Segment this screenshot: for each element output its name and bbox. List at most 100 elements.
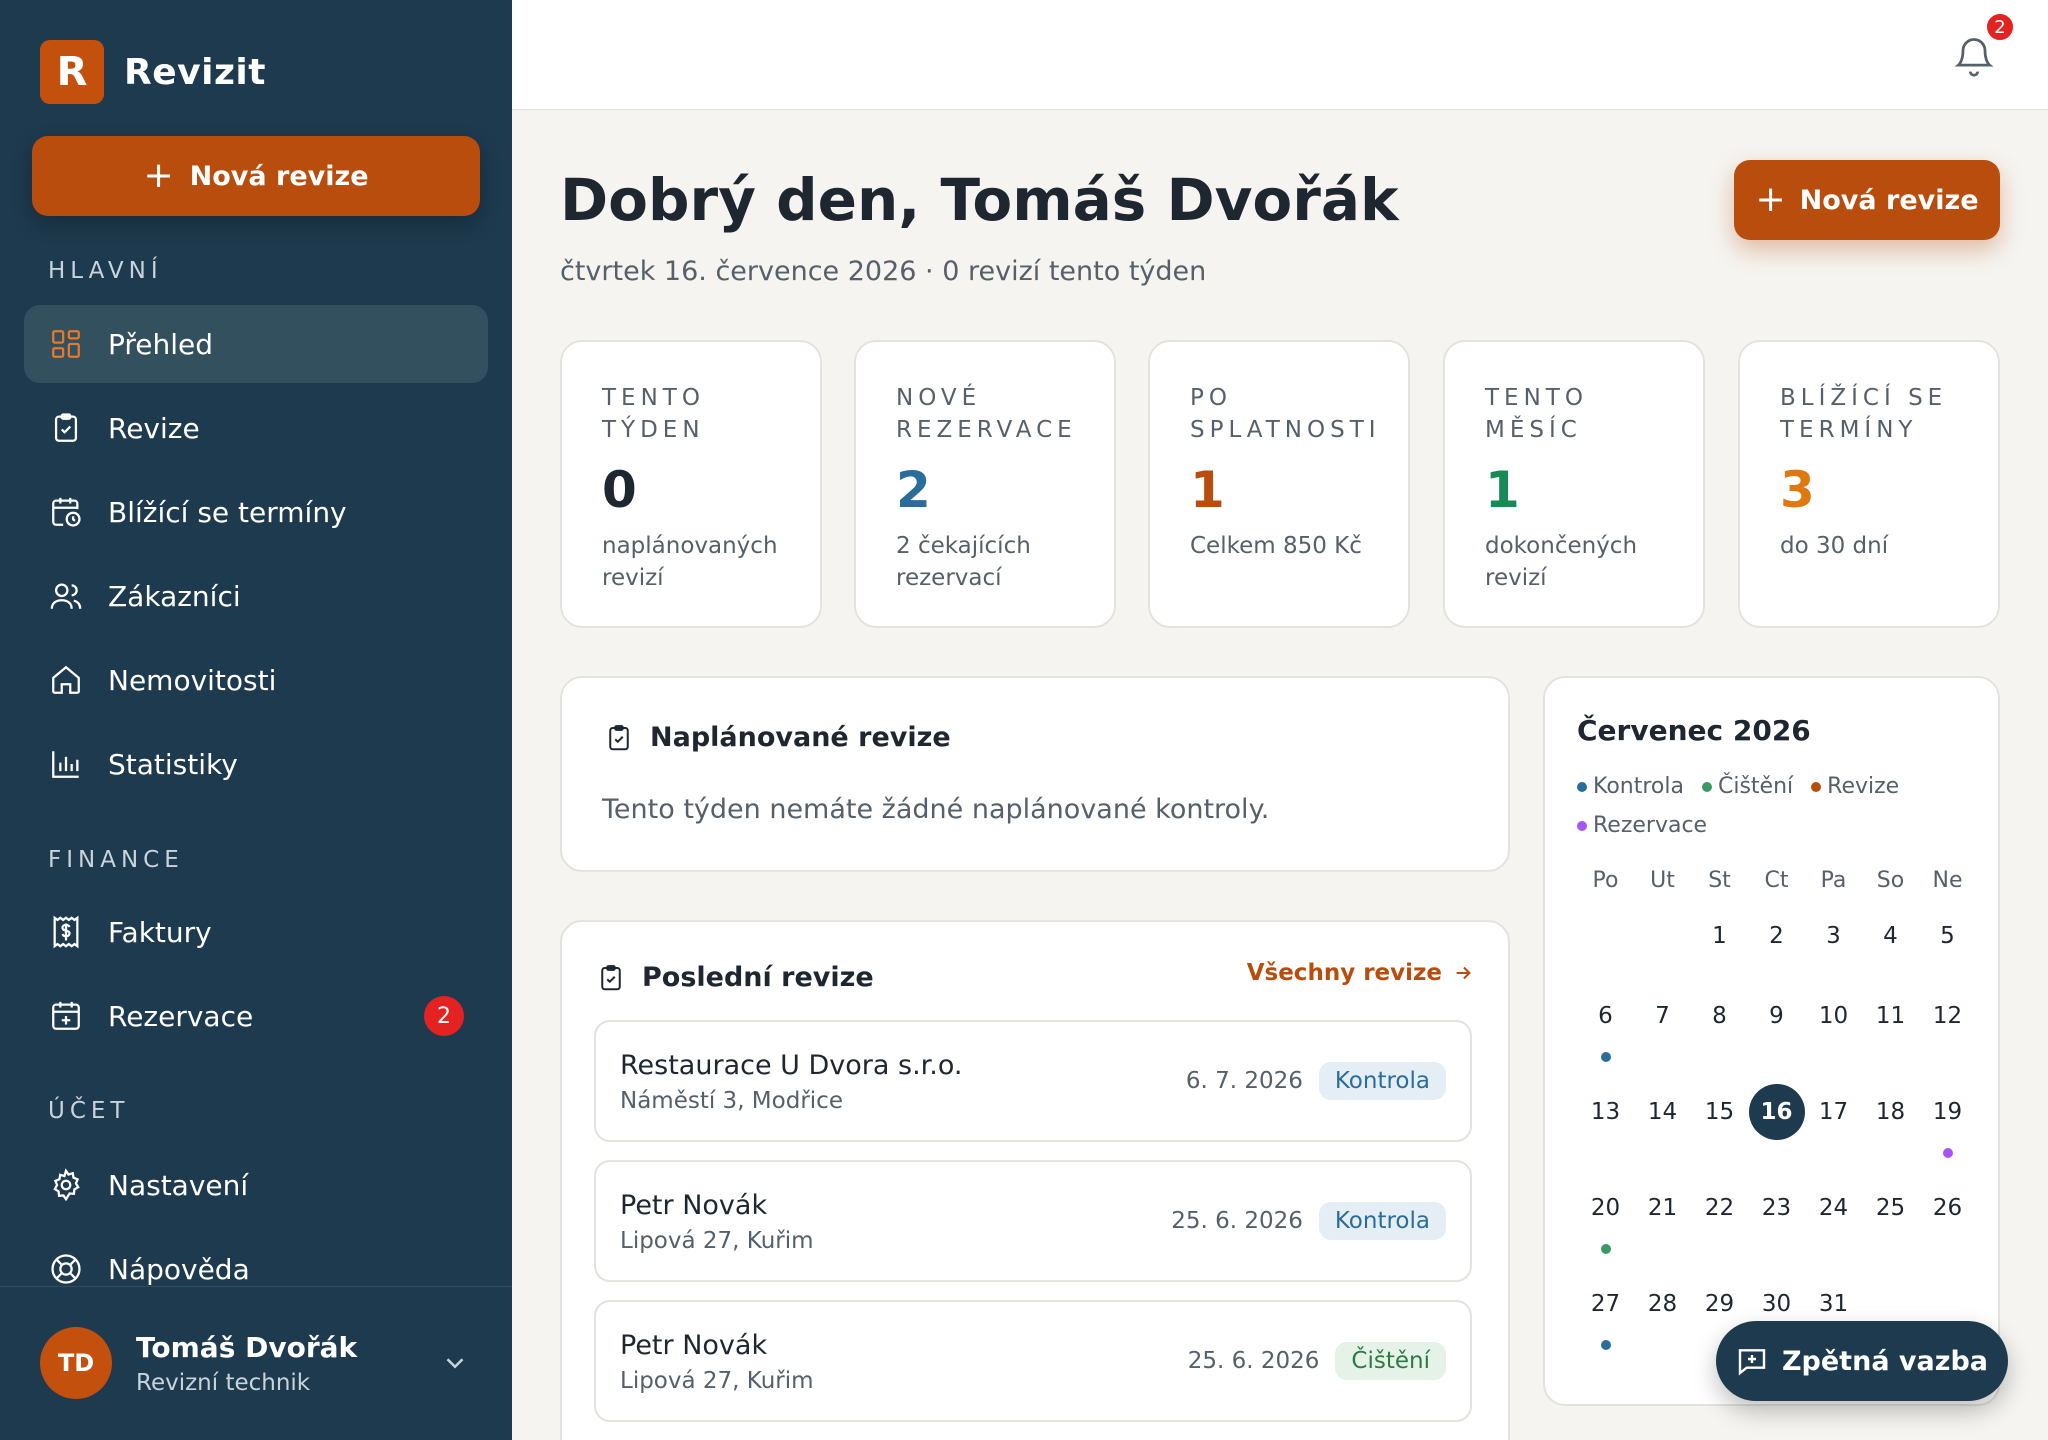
calendar-day-number: 26 [1932,1195,1963,1221]
weekday-header: Po Ut St Ct Pa So Ne [1577,868,1977,893]
calendar-event-dot [1942,1148,1953,1158]
calendar-day-number: 7 [1655,1003,1670,1029]
calendar-day[interactable]: 2 [1748,908,1805,964]
calendar-day[interactable]: 1 [1691,908,1748,964]
revision-list-item[interactable]: Petr Novák Lipová 27, Kuřim 25. 6. 2026 … [594,1160,1472,1282]
calendar-day[interactable]: 15 [1691,1084,1748,1140]
calendar-day[interactable]: 23 [1748,1180,1805,1236]
gear-icon [48,1167,84,1203]
calendar-event-dot [1600,1340,1611,1350]
section-label-main: HLAVNÍ [48,258,163,284]
sidebar-item-reservations[interactable]: Rezervace 2 [24,977,488,1055]
calendar-day[interactable]: 13 [1577,1084,1634,1140]
bell-icon[interactable] [1952,32,1996,80]
stat-card-overdue[interactable]: PO SPLATNOSTI 1 Celkem 850 Kč [1148,340,1410,628]
calendar-day-number: 6 [1598,1003,1613,1029]
revision-address: Lipová 27, Kuřim [620,1368,814,1394]
calendar-day[interactable]: 9 [1748,988,1805,1044]
calendar-day-number: 5 [1940,923,1955,949]
calendar-month-title: Červenec 2026 [1577,714,1811,747]
revision-list-item[interactable]: Petr Novák Lipová 27, Kuřim 25. 6. 2026 … [594,1300,1472,1422]
calendar-day[interactable]: 20 [1577,1180,1634,1254]
calendar-day[interactable]: 16 [1748,1084,1805,1140]
calendar-day[interactable]: 17 [1805,1084,1862,1140]
revision-list-item[interactable]: Restaurace U Dvora s.r.o. Náměstí 3, Mod… [594,1020,1472,1142]
legend-dot [1577,820,1587,831]
new-revision-button[interactable]: + Nová revize [1734,160,2000,240]
calendar-day-number: 28 [1647,1291,1678,1317]
legend-label: Revize [1827,774,1900,799]
calendar-day-number: 8 [1712,1003,1727,1029]
feedback-button[interactable]: Zpětná vazba [1716,1321,2008,1401]
sidebar-item-settings[interactable]: Nastavení [24,1146,488,1224]
calendar-day-number: 18 [1875,1099,1906,1125]
legend-item: Revize [1811,774,1899,799]
chevron-down-icon[interactable] [440,1348,470,1378]
recent-revisions-header: Poslední revize [596,962,874,993]
revision-type-badge: Kontrola [1318,1202,1446,1240]
calendar-day-number: 30 [1761,1291,1792,1317]
notification-badge: 2 [1985,12,2015,42]
sidebar: R Revizit + Nová revize HLAVNÍ Přehled R… [0,0,512,1440]
stat-label: TENTO TÝDEN [602,385,705,443]
calendar-day[interactable]: 18 [1862,1084,1919,1140]
calendar-day[interactable]: 26 [1919,1180,1976,1236]
calendar-day[interactable]: 10 [1805,988,1862,1044]
calendar-day[interactable]: 8 [1691,988,1748,1044]
user-profile[interactable]: TD Tomáš Dvořák Revizní technik [40,1327,357,1399]
weekday-label: St [1708,868,1731,893]
calendar-day[interactable]: 24 [1805,1180,1862,1236]
calendar-day[interactable]: 3 [1805,908,1862,964]
sidebar-item-label: Faktury [108,915,212,949]
stat-label: NOVÉ REZERVACE [896,385,1077,443]
page-subtitle: čtvrtek 16. července 2026 · 0 revizí ten… [560,256,1207,287]
calendar-day[interactable]: 22 [1691,1180,1748,1236]
calendar-day-number: 9 [1769,1003,1784,1029]
calendar-day-number: 11 [1875,1003,1906,1029]
stat-card-this-week[interactable]: TENTO TÝDEN 0 naplánovaných revizí [560,340,822,628]
planned-revisions-card: Naplánované revize Tento týden nemáte žá… [560,676,1510,872]
calendar-day[interactable]: 4 [1862,908,1919,964]
stat-card-new-reservations[interactable]: NOVÉ REZERVACE 2 2 čekajících rezervací [854,340,1116,628]
sidebar-item-label: Revize [108,411,200,445]
sidebar-item-overview[interactable]: Přehled [24,305,488,383]
calendar-day[interactable]: 19 [1919,1084,1976,1158]
calendar-day[interactable]: 11 [1862,988,1919,1044]
calendar-empty-cell [1634,908,1691,964]
calendar-day[interactable]: 28 [1634,1276,1691,1332]
calendar-day[interactable]: 25 [1862,1180,1919,1236]
calendar-day-number: 19 [1932,1099,1963,1125]
calendar-day[interactable]: 12 [1919,988,1976,1044]
all-revisions-link[interactable]: Všechny revize [1247,960,1474,986]
sidebar-item-customers[interactable]: Zákazníci [24,557,488,635]
sidebar-item-upcoming[interactable]: Blížící se termíny [24,473,488,551]
app-logo[interactable]: R Revizit [40,40,266,104]
calendar-week: 6 7 8 9 10 11 12 [1577,988,1976,1062]
planned-empty-text: Tento týden nemáte žádné naplánované kon… [602,794,1270,825]
sidebar-item-label: Statistiky [108,747,238,781]
sidebar-new-revision-button[interactable]: + Nová revize [32,136,480,216]
calendar-day[interactable]: 5 [1919,908,1976,964]
sidebar-item-label: Nemovitosti [108,663,277,697]
sidebar-divider [0,1286,512,1287]
planned-revisions-title: Naplánované revize [650,722,951,753]
section-label-account: ÚČET [48,1098,130,1124]
sidebar-item-help[interactable]: Nápověda [24,1230,488,1308]
calendar-day[interactable]: 6 [1577,988,1634,1062]
section-label-finance: FINANCE [48,847,184,873]
calendar-day[interactable]: 27 [1577,1276,1634,1350]
calendar-day[interactable]: 21 [1634,1180,1691,1236]
calendar-week: 1 2 3 4 5 [1577,908,1976,964]
calendar-day[interactable]: 14 [1634,1084,1691,1140]
sidebar-item-statistics[interactable]: Statistiky [24,725,488,803]
calendar-day[interactable]: 7 [1634,988,1691,1044]
stat-card-this-month[interactable]: TENTO MĚSÍC 1 dokončených revizí [1443,340,1705,628]
recent-revisions-title: Poslední revize [642,962,874,993]
calendar-grid: Po Ut St Ct Pa So Ne 1 2 3 4 5 6 7 8 9 10 11 12 13 14… [1577,868,1977,1350]
sidebar-item-properties[interactable]: Nemovitosti [24,641,488,719]
sidebar-item-label: Rezervace [108,999,254,1033]
stat-card-upcoming[interactable]: BLÍŽÍCÍ SE TERMÍNY 3 do 30 dní [1738,340,2000,628]
sidebar-item-invoices[interactable]: Faktury [24,893,488,971]
new-revision-label: Nová revize [1799,184,1979,216]
sidebar-item-revisions[interactable]: Revize [24,389,488,467]
